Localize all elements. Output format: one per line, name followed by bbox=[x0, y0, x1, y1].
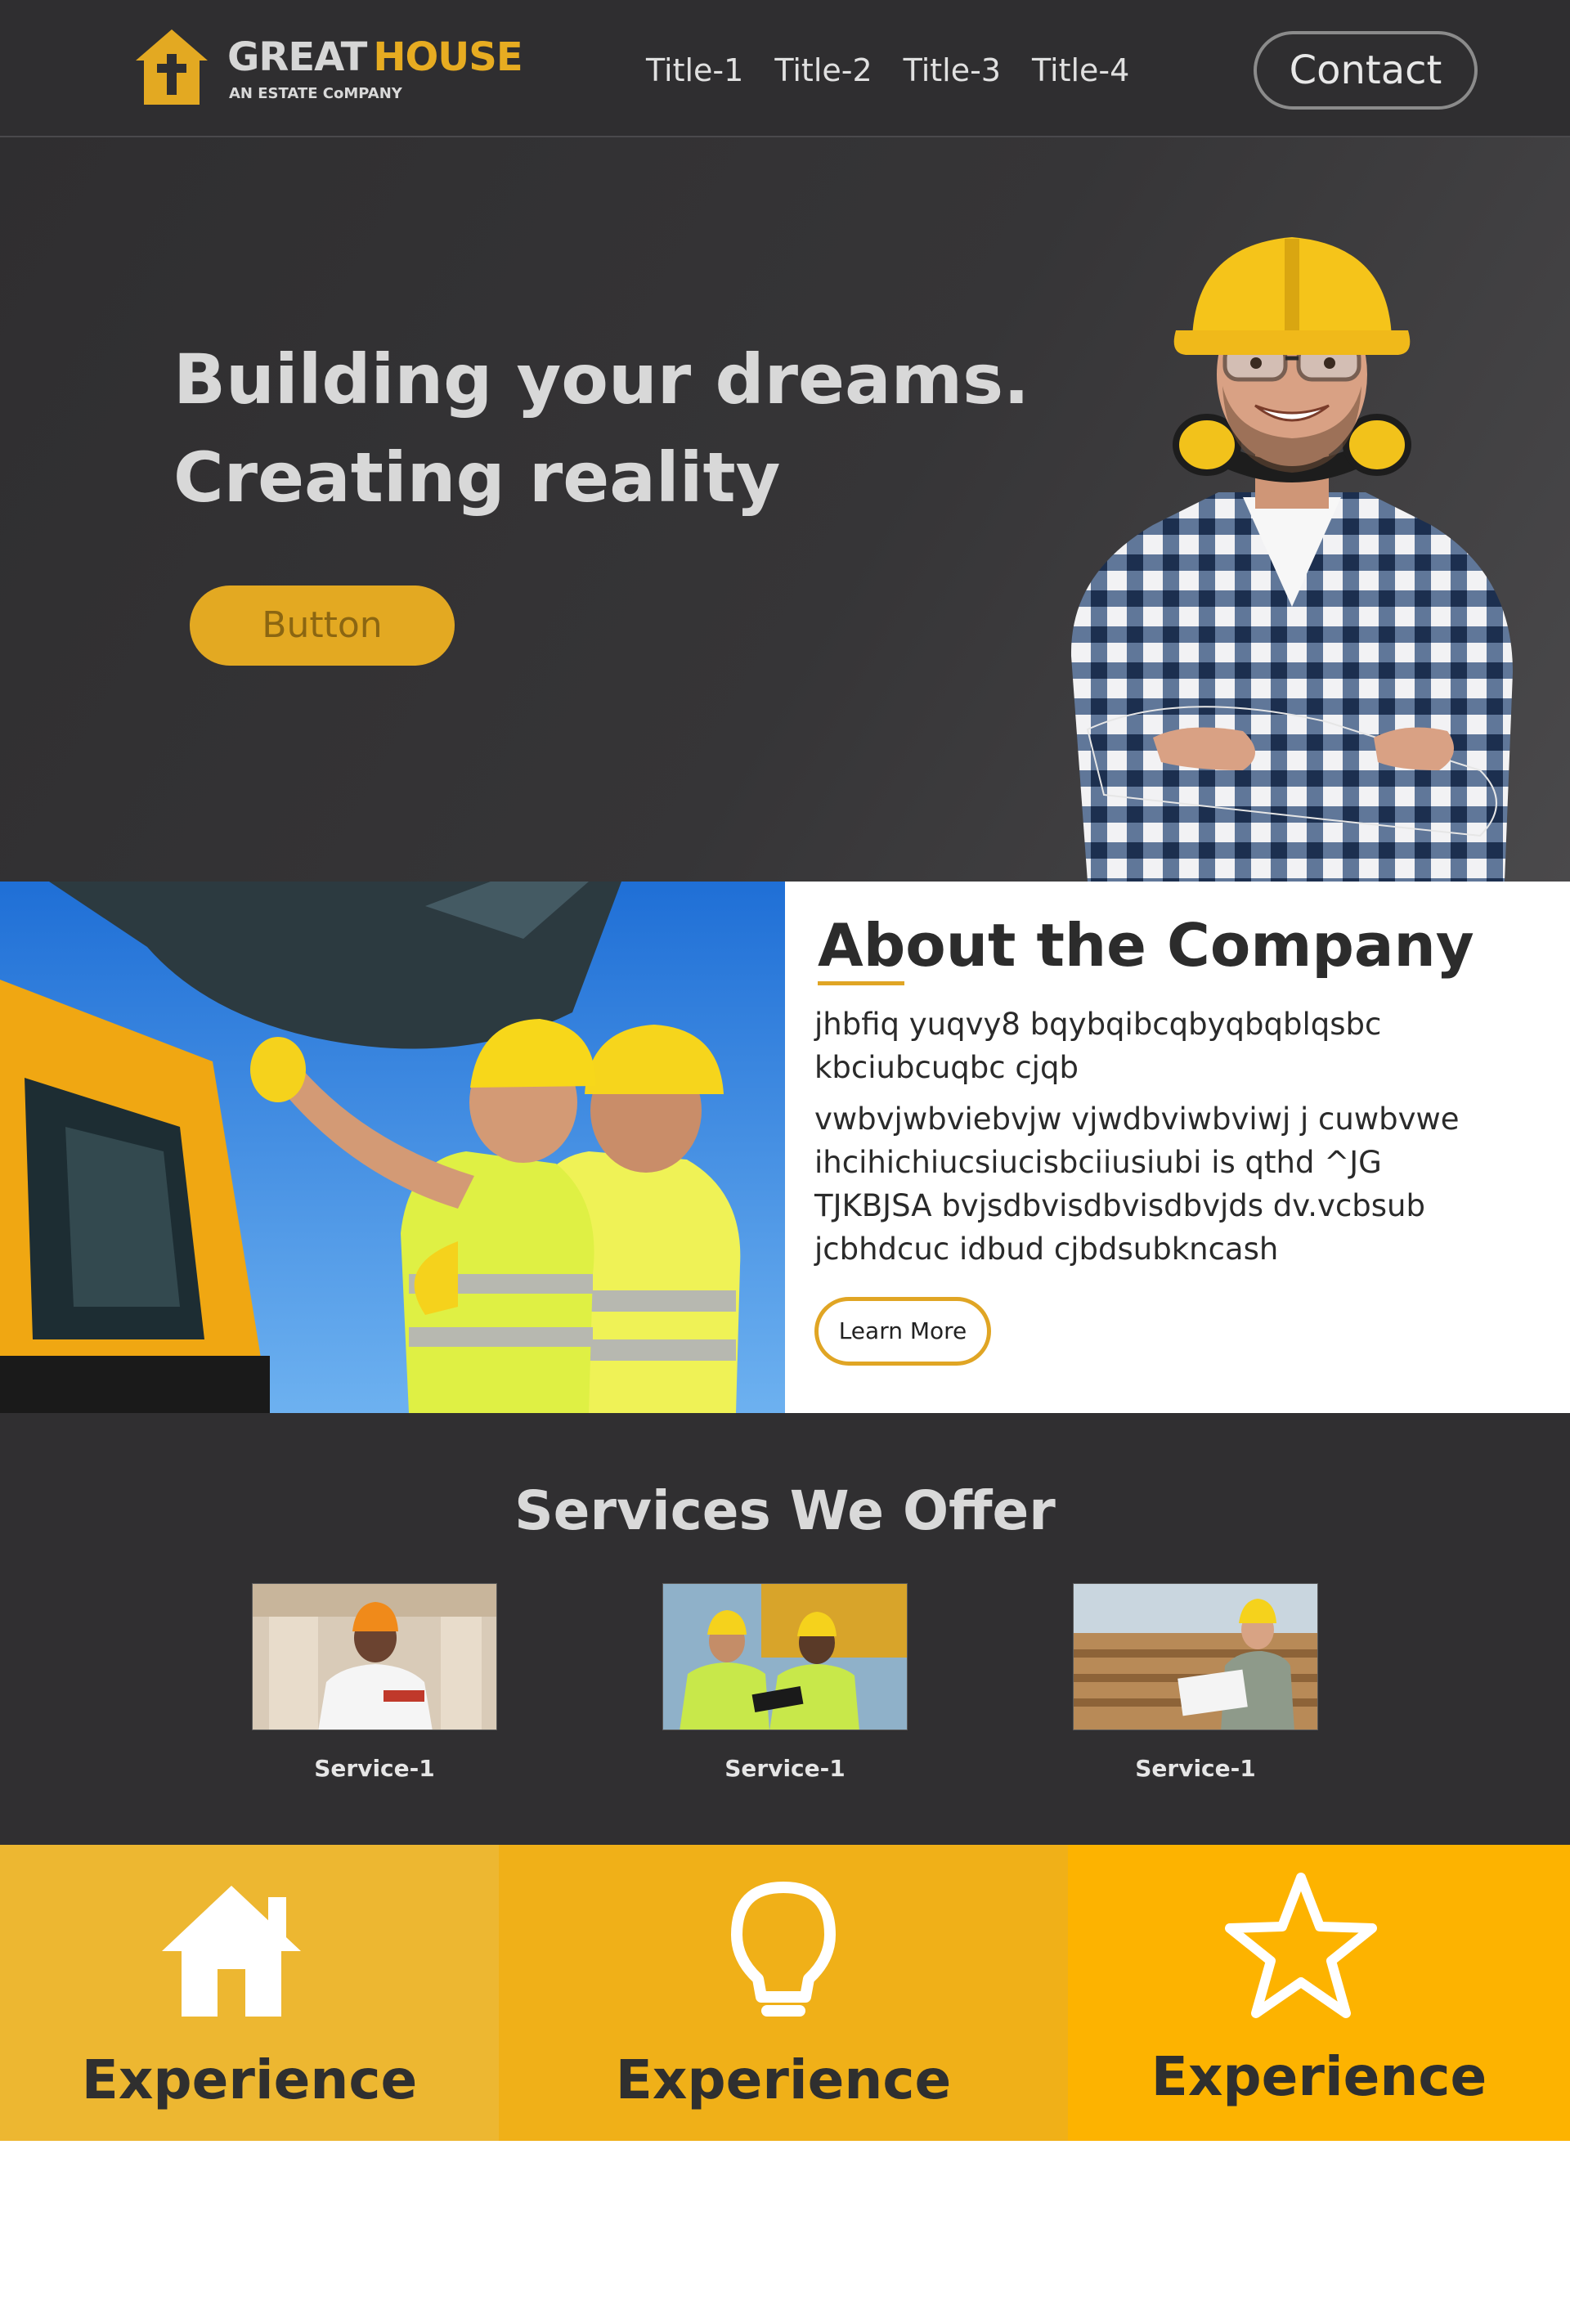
about-construction-image bbox=[0, 882, 785, 1413]
about-paragraph-2-line-2: ihcihichiucsiucisbciiusiubi is qthd ^JG bbox=[814, 1145, 1382, 1180]
about-section: About the Company jhbfiq yuqvy8 bqybqibc… bbox=[785, 882, 1570, 1413]
main-nav: Title-1 Title-2 Title-3 Title-4 bbox=[646, 47, 1129, 93]
learn-more-button[interactable]: Learn More bbox=[814, 1297, 991, 1366]
service-label: Service-1 bbox=[724, 1755, 846, 1782]
logo-word-house: HOUSE bbox=[373, 34, 523, 80]
experience-label: Experience bbox=[81, 2048, 418, 2111]
experience-card-1[interactable]: Experience bbox=[0, 1845, 499, 2141]
about-paragraph-1-line-1: jhbfiq yuqvy8 bqybqibcqbyqbqblqsbc bbox=[814, 1007, 1382, 1042]
hero-worker-image bbox=[1070, 237, 1513, 882]
service-thumbnail bbox=[252, 1583, 497, 1730]
nav-item-title-3[interactable]: Title-3 bbox=[904, 47, 1001, 93]
star-icon bbox=[1225, 1873, 1377, 2018]
hero-title-line-2: Creating reality bbox=[173, 437, 781, 518]
service-label: Service-1 bbox=[1135, 1755, 1256, 1782]
nav-item-title-4[interactable]: Title-4 bbox=[1032, 47, 1129, 93]
services-section: Services We Offer Service-1 Service-1 Se… bbox=[0, 1413, 1570, 1845]
hero-title-line-1: Building your dreams. bbox=[173, 339, 1030, 419]
service-card[interactable]: Service-1 bbox=[662, 1583, 908, 1782]
services-title: Services We Offer bbox=[514, 1479, 1056, 1542]
logo-wordmark: GREAT HOUSE bbox=[227, 34, 523, 80]
construction-workers-illustration bbox=[0, 882, 785, 1413]
logo-tagline: AN ESTATE CoMPANY bbox=[229, 85, 402, 102]
nav-item-title-2[interactable]: Title-2 bbox=[774, 47, 872, 93]
about-paragraph-1: jhbfiq yuqvy8 bqybqibcqbyqbqblqsbc kbciu… bbox=[814, 1003, 1534, 1089]
hero-title: Building your dreams. Creating reality bbox=[173, 330, 1030, 527]
experience-label: Experience bbox=[615, 2048, 952, 2111]
about-paragraph-1-line-2: kbciubcuqbc cjqb bbox=[814, 1050, 1079, 1085]
lightbulb-icon bbox=[731, 1882, 836, 2017]
about-paragraph-2: vwbvjwbviebvjw vjwdbviwbviwj j cuwbvwe i… bbox=[814, 1097, 1534, 1271]
workers-with-clipboard-image bbox=[663, 1584, 907, 1730]
contact-button[interactable]: Contact bbox=[1254, 31, 1478, 110]
service-thumbnail bbox=[662, 1583, 908, 1730]
experience-label: Experience bbox=[1151, 2045, 1487, 2108]
house-icon bbox=[162, 1886, 301, 2017]
hero-section: Building your dreams. Creating reality B… bbox=[0, 137, 1570, 882]
service-label: Service-1 bbox=[314, 1755, 435, 1782]
about-paragraph-2-line-3: TJKBJSA bvjsdbvisdbvisdbvjds dv.vcbsub bbox=[814, 1188, 1425, 1223]
service-card[interactable]: Service-1 bbox=[252, 1583, 497, 1782]
about-paragraph-2-line-1: vwbvjwbviebvjw vjwdbviwbviwj j cuwbvwe bbox=[814, 1101, 1460, 1137]
experience-card-3[interactable]: Experience bbox=[1068, 1845, 1570, 2141]
hero-cta-button[interactable]: Button bbox=[190, 585, 455, 666]
experience-card-2[interactable]: Experience bbox=[499, 1845, 1068, 2141]
logo-word-great: GREAT bbox=[227, 34, 367, 80]
worker-with-drill-image bbox=[253, 1584, 496, 1730]
about-paragraph-2-line-4: jcbhdcuc idbud cjbdsubkncash bbox=[814, 1232, 1279, 1267]
site-header: GREAT HOUSE AN ESTATE CoMPANY Title-1 Tit… bbox=[0, 0, 1570, 137]
nav-item-title-1[interactable]: Title-1 bbox=[646, 47, 743, 93]
house-cross-icon bbox=[136, 29, 208, 105]
about-title-underline bbox=[818, 981, 904, 985]
service-card[interactable]: Service-1 bbox=[1073, 1583, 1318, 1782]
logo[interactable]: GREAT HOUSE AN ESTATE CoMPANY bbox=[136, 28, 523, 110]
about-title: About the Company bbox=[818, 911, 1474, 980]
worker-reading-plans-image bbox=[1074, 1584, 1317, 1730]
service-thumbnail bbox=[1073, 1583, 1318, 1730]
